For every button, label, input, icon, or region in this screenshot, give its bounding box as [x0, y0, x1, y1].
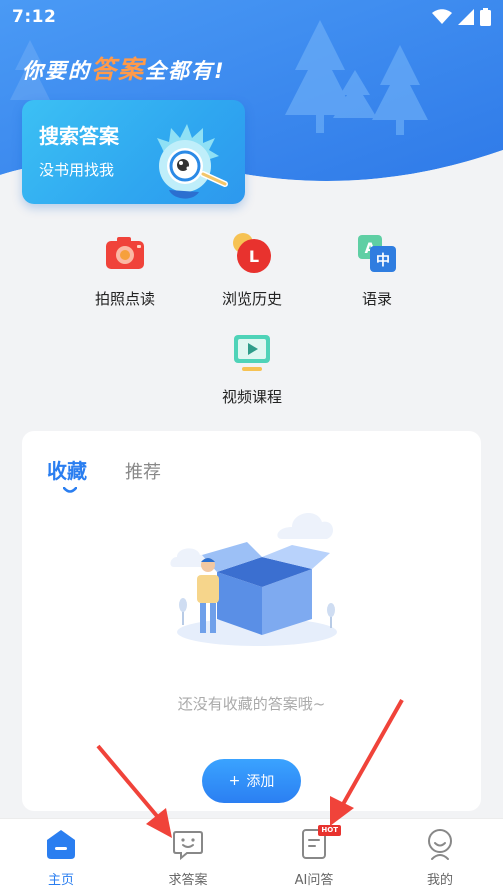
tab-mine[interactable]: 我的	[390, 827, 490, 888]
tab-label: 我的	[426, 873, 453, 888]
hero-slogan: 你要的答案全都有!	[22, 50, 226, 86]
magnifier-mascot-icon	[157, 124, 228, 199]
feature-label: 拍照点读	[94, 290, 155, 308]
signal-icon	[458, 9, 474, 25]
svg-text:中: 中	[376, 252, 390, 269]
tab-label: AI问答	[294, 873, 334, 888]
feature-label: 语录	[361, 290, 392, 308]
home-icon	[44, 827, 78, 861]
camera-icon	[103, 232, 147, 276]
status-bar: 7:12	[0, 0, 503, 34]
tab-label: 求答案	[168, 873, 208, 888]
favorites-card: 收藏 推荐 还没有收藏的答案哦~ + 添加	[22, 431, 481, 811]
wifi-icon	[432, 9, 452, 24]
feature-phrases[interactable]: A 中 语录	[322, 232, 432, 309]
battery-icon	[480, 8, 491, 26]
bottom-tab-bar: 主页 求答案 HOT AI问答 我的	[0, 818, 503, 896]
document-icon: HOT	[297, 825, 341, 861]
slogan-accent: 答案	[91, 55, 146, 84]
hot-badge: HOT	[318, 825, 341, 836]
feature-video-course[interactable]: 视频课程	[197, 330, 307, 407]
chat-face-icon	[171, 827, 205, 861]
add-button-label: 添加	[246, 774, 275, 790]
slogan-post: 全都有!	[145, 59, 226, 83]
empty-state-text: 还没有收藏的答案哦~	[177, 695, 326, 713]
feature-label: 视频课程	[221, 388, 282, 406]
plus-icon: +	[228, 773, 241, 789]
feature-label: 浏览历史	[221, 290, 282, 308]
profile-icon	[423, 827, 457, 861]
slogan-pre: 你要的	[22, 59, 91, 83]
tab-recommended[interactable]: 推荐	[125, 458, 161, 484]
video-icon	[230, 330, 274, 374]
status-time: 7:12	[12, 7, 57, 27]
search-card-title: 搜索答案	[39, 124, 119, 148]
history-icon: L	[230, 232, 274, 276]
search-answer-card[interactable]: 搜索答案 没书用找我	[22, 100, 245, 204]
feature-browse-history[interactable]: L 浏览历史	[197, 232, 307, 309]
add-button[interactable]: + 添加	[202, 759, 301, 803]
empty-box-illustration	[170, 512, 337, 646]
svg-text:L: L	[249, 247, 259, 266]
tab-ai-qa[interactable]: HOT AI问答	[264, 825, 364, 888]
tab-favorites[interactable]: 收藏	[47, 455, 87, 484]
tab-active-indicator	[63, 487, 77, 493]
tab-home[interactable]: 主页	[11, 827, 111, 888]
tab-ask-answer[interactable]: 求答案	[138, 827, 238, 888]
tab-label: 主页	[47, 873, 74, 888]
status-icons	[432, 8, 491, 26]
feature-photo-read[interactable]: 拍照点读	[70, 232, 180, 309]
search-card-subtitle: 没书用找我	[39, 161, 115, 179]
translate-icon: A 中	[355, 232, 399, 276]
